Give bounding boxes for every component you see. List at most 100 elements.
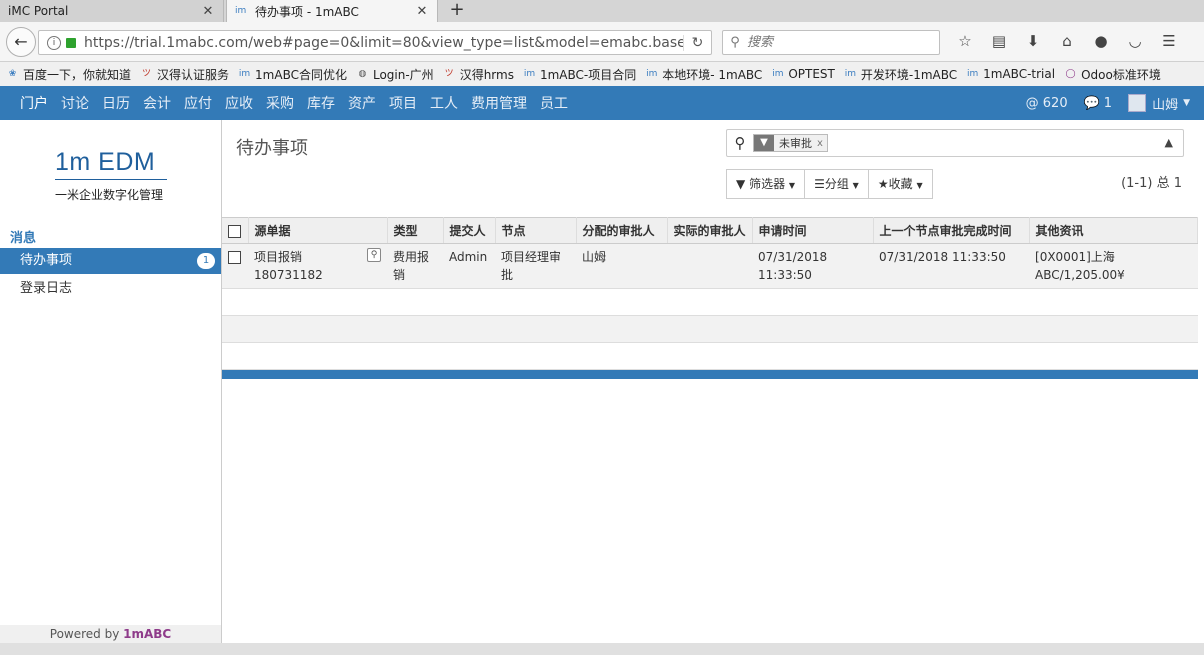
cell-submitter: Admin bbox=[443, 243, 495, 289]
column-header[interactable]: 类型 bbox=[387, 217, 444, 244]
menu-inventory[interactable]: 库存 bbox=[307, 93, 335, 113]
filter-facet: ▼ 未审批 x bbox=[753, 134, 828, 152]
column-header[interactable]: 其他资讯 bbox=[1029, 217, 1199, 244]
tab-todo[interactable]: im 待办事项 - 1mABC ✕ bbox=[226, 0, 438, 22]
bookmark-item[interactable]: ツ汉得认证服务 bbox=[140, 66, 229, 83]
browser-tab-strip: iMC Portal ✕ im 待办事项 - 1mABC ✕ + bbox=[0, 0, 1204, 22]
browser-search-box[interactable]: ⚲ bbox=[722, 30, 940, 55]
lock-icon bbox=[66, 37, 76, 48]
column-header[interactable]: 源单据 bbox=[248, 217, 388, 244]
row-checkbox[interactable] bbox=[228, 251, 241, 264]
bookmark-item[interactable]: im 1mABC合同优化 bbox=[238, 66, 347, 83]
bookmark-item[interactable]: im OPTEST bbox=[771, 67, 835, 81]
menu-assets[interactable]: 资产 bbox=[348, 93, 376, 113]
user-menu[interactable]: 山姆 ▼ bbox=[1128, 94, 1190, 113]
favorites-label: 收藏 bbox=[888, 177, 913, 191]
sidebar-item-login-log[interactable]: 登录日志 bbox=[0, 276, 221, 302]
browser-search-input[interactable] bbox=[747, 35, 927, 50]
powered-brand-link[interactable]: 1mABC bbox=[123, 627, 171, 641]
address-bar[interactable]: i https://trial.1mabc.com/web#page=0&lim… bbox=[38, 30, 712, 55]
close-icon[interactable]: ✕ bbox=[201, 4, 215, 19]
bookmark-item[interactable]: ◯ Odoo标准环境 bbox=[1064, 66, 1161, 83]
pager-value[interactable]: (1-1) 总 1 bbox=[1121, 172, 1182, 191]
logo-subtitle: 一米企业数字化管理 bbox=[55, 188, 164, 202]
column-header[interactable]: 分配的审批人 bbox=[576, 217, 668, 244]
pocket-icon[interactable]: ◡ bbox=[1118, 32, 1152, 50]
menu-discuss[interactable]: 讨论 bbox=[61, 93, 89, 113]
favicon-icon: im bbox=[844, 69, 857, 79]
menu-calendar[interactable]: 日历 bbox=[102, 93, 130, 113]
close-icon[interactable]: ✕ bbox=[415, 4, 429, 19]
caret-down-icon: ▼ bbox=[788, 181, 796, 190]
column-header[interactable]: 提交人 bbox=[443, 217, 496, 244]
home-icon[interactable]: ⌂ bbox=[1050, 32, 1084, 50]
bookmark-item[interactable]: im 1mABC-项目合同 bbox=[523, 66, 636, 83]
sidebar-item-todo[interactable]: 待办事项 1 bbox=[0, 248, 221, 274]
column-header[interactable]: 申请时间 bbox=[752, 217, 874, 244]
messages-counter[interactable]: 💬 1 bbox=[1084, 96, 1112, 111]
cell-node: 项目经理审批 bbox=[495, 243, 576, 289]
facet-remove-icon[interactable]: x bbox=[817, 138, 827, 149]
menu-portal[interactable]: 门户 bbox=[20, 93, 48, 113]
select-all-checkbox[interactable] bbox=[228, 224, 241, 238]
menu-expenses[interactable]: 费用管理 bbox=[471, 93, 527, 113]
menu-icon[interactable]: ☰ bbox=[1152, 32, 1186, 50]
bookmark-label: 汉得认证服务 bbox=[157, 67, 230, 82]
bookmark-label: OPTEST bbox=[788, 67, 835, 81]
menu-workers[interactable]: 工人 bbox=[430, 93, 458, 113]
empty-row bbox=[222, 288, 1198, 316]
menu-project[interactable]: 项目 bbox=[389, 93, 417, 113]
reading-list-icon[interactable]: ▤ bbox=[982, 32, 1016, 50]
menu-employees[interactable]: 员工 bbox=[540, 93, 568, 113]
favicon-icon: im bbox=[646, 69, 658, 79]
back-arrow-icon[interactable]: ← bbox=[6, 27, 36, 57]
cell-assigned-approver: 山姆 bbox=[576, 243, 667, 289]
table-header-row: 源单据 类型 提交人 节点 分配的审批人 实际的审批人 申请时间 上一个节点审批… bbox=[222, 217, 1199, 244]
star-icon: ★ bbox=[877, 177, 889, 191]
sidebar: 1m EDM 一米企业数字化管理 消息 待办事项 1 登录日志 Powered … bbox=[0, 120, 222, 643]
bookmark-star-icon[interactable]: ☆ bbox=[948, 32, 982, 50]
column-header[interactable]: 上一个节点审批完成时间 bbox=[873, 217, 1030, 244]
search-view[interactable]: ⚲ ▼ 未审批 x ▲ bbox=[726, 129, 1184, 157]
favicon-icon: im bbox=[967, 69, 979, 79]
bookmark-item[interactable]: im 开发环境-1mABC bbox=[844, 66, 957, 83]
bookmark-item[interactable]: ❀ 百度一下，你就知道 bbox=[6, 66, 131, 83]
open-document-icon[interactable]: ⚲ bbox=[367, 248, 381, 262]
url-text[interactable]: https://trial.1mabc.com/web#page=0&limit… bbox=[84, 35, 683, 51]
group-by-button[interactable]: ☰分组 ▼ bbox=[804, 169, 869, 199]
reload-icon[interactable]: ↻ bbox=[683, 34, 711, 51]
favicon-icon: im bbox=[523, 69, 536, 79]
chat-icon[interactable]: ● bbox=[1084, 32, 1118, 50]
mentions-counter[interactable]: @ 620 bbox=[1026, 96, 1068, 111]
info-line-2: ABC/1,205.00¥ bbox=[1035, 268, 1125, 282]
bookmark-item[interactable]: im 本地环境- 1mABC bbox=[645, 66, 762, 83]
column-header[interactable]: 实际的审批人 bbox=[667, 217, 753, 244]
select-all-checkbox-cell[interactable] bbox=[222, 217, 249, 244]
info-icon[interactable]: i bbox=[47, 35, 61, 50]
favorites-button[interactable]: ★收藏 ▼ bbox=[867, 169, 933, 199]
column-header[interactable]: 节点 bbox=[495, 217, 577, 244]
messages-count: 1 bbox=[1103, 95, 1113, 111]
bookmark-item[interactable]: im 1mABC-trial bbox=[966, 67, 1055, 81]
favicon-icon: im bbox=[238, 69, 251, 79]
caret-up-icon[interactable]: ▲ bbox=[1165, 136, 1173, 149]
menu-accounting[interactable]: 会计 bbox=[143, 93, 171, 113]
menu-purchase[interactable]: 采购 bbox=[266, 93, 294, 113]
smile-icon: ツ bbox=[444, 69, 454, 79]
download-icon[interactable]: ⬇ bbox=[1016, 32, 1050, 50]
bookmark-item[interactable]: ツ汉得hrms bbox=[443, 66, 514, 83]
bookmark-label: 开发环境-1mABC bbox=[860, 67, 958, 82]
logo-title: 1m EDM bbox=[55, 148, 167, 180]
menu-payables[interactable]: 应付 bbox=[184, 93, 212, 113]
company-logo[interactable]: 1m EDM 一米企业数字化管理 bbox=[55, 148, 167, 203]
table-row[interactable]: ⚲ 项目报销 180731182 费用报销 Admin 项目经理审批 山姆 07… bbox=[222, 243, 1198, 289]
tab-imc-portal[interactable]: iMC Portal ✕ bbox=[0, 0, 224, 22]
bookmark-item[interactable]: ◍ Login-广州 bbox=[356, 66, 434, 83]
bookmark-label: 汉得hrms bbox=[459, 67, 514, 82]
new-tab-plus-icon[interactable]: + bbox=[446, 0, 468, 22]
facet-label: 未审批 bbox=[779, 137, 812, 150]
filter-icon: ▼ bbox=[754, 135, 774, 151]
menu-receivables[interactable]: 应收 bbox=[225, 93, 253, 113]
filters-button[interactable]: ▼ 筛选器 ▼ bbox=[726, 169, 806, 199]
row-checkbox-cell[interactable] bbox=[222, 243, 248, 289]
